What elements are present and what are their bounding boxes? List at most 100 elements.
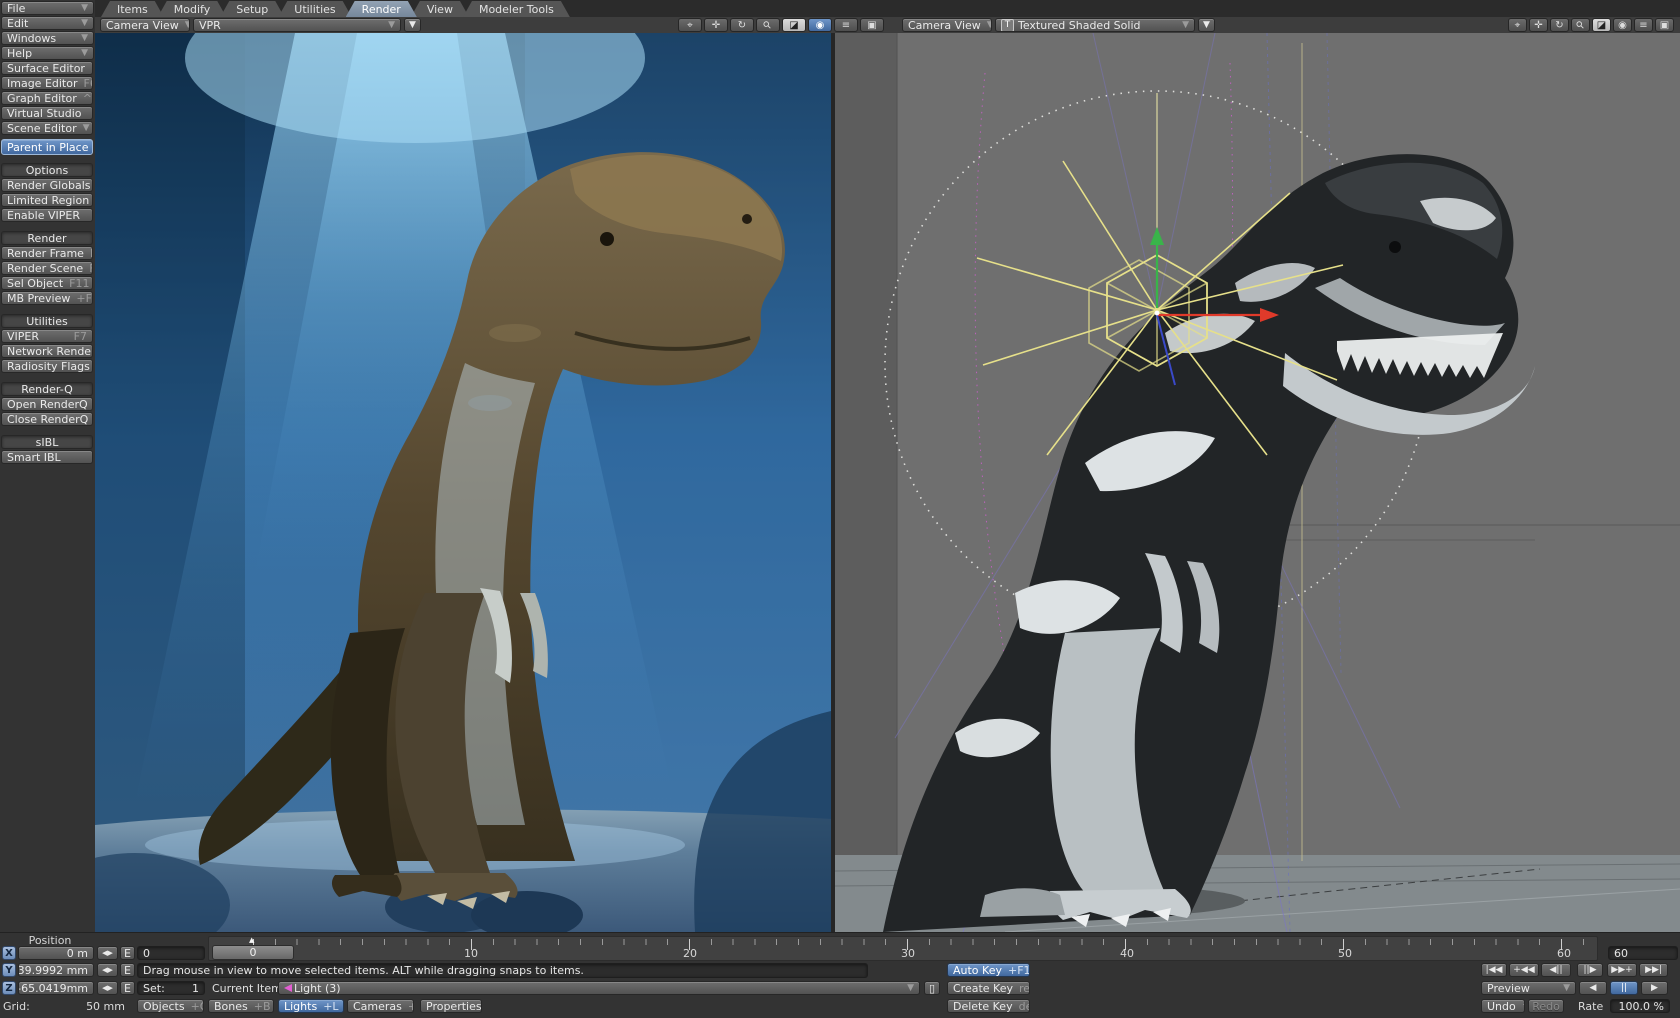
rate-value-field[interactable]: 100.0 % [1610, 999, 1670, 1013]
x-envelope-button[interactable]: E [120, 946, 135, 960]
menu-windows[interactable]: Windows ▼ [1, 31, 94, 45]
move-icon[interactable]: ⌖ [678, 18, 702, 32]
sidebar-item-mb-preview[interactable]: MB Preview+F9 [1, 291, 93, 305]
set-field[interactable]: Set: 1 [137, 981, 205, 995]
panel-icon: ▯ [929, 982, 935, 995]
rotate-icon[interactable]: ↻ [730, 18, 754, 32]
sidebar-item-virtual-studio[interactable]: Virtual Studio [1, 106, 93, 120]
list-icon[interactable]: ≡ [834, 18, 858, 32]
sidebar-item-viper[interactable]: VIPERF7 [1, 329, 93, 343]
sidebar-item-enable-viper[interactable]: Enable VIPER [1, 208, 93, 222]
expand-icon[interactable]: ◪ [1592, 18, 1611, 32]
sidebar-item-limited-region[interactable]: Limited Regionl [1, 193, 93, 207]
sidebar-item-scene-editor[interactable]: Scene Editor▼ [1, 121, 93, 135]
sidebar-item-image-editor[interactable]: Image EditorF6 [1, 76, 93, 90]
last-frame-field[interactable]: 60 [1608, 946, 1678, 960]
tab-utilities[interactable]: Utilities [278, 1, 351, 17]
position-x-value[interactable]: 0 m [18, 946, 94, 960]
sidebar-item-close-renderq[interactable]: Close RenderQ [1, 412, 93, 426]
timeline-major-ticks [253, 939, 1595, 950]
z-spinner[interactable]: ◀▶ [97, 981, 118, 995]
cameras-button[interactable]: Cameras+C [347, 999, 414, 1013]
zoom-icon[interactable]: ⚲ [1571, 18, 1590, 32]
spinner-arrows-icon: ◀▶ [102, 984, 113, 992]
sidebar-item-render-frame[interactable]: Render FrameF9 [1, 246, 93, 260]
y-envelope-button[interactable]: E [120, 963, 135, 977]
rotate-icon[interactable]: ↻ [1550, 18, 1569, 32]
z-envelope-button[interactable]: E [120, 981, 135, 995]
play-button[interactable]: ▶ [1641, 981, 1668, 995]
maximize-icon[interactable]: ▣ [1655, 18, 1674, 32]
viewport-right-shading-dropdown[interactable]: T Textured Shaded Solid ▼ [995, 18, 1195, 32]
chevron-down-icon: ▼ [382, 20, 395, 30]
tab-modeler-tools[interactable]: Modeler Tools [463, 1, 570, 17]
viewport-right-view-dropdown[interactable]: Camera View ▼ [902, 18, 992, 32]
viewport-left-view-dropdown[interactable]: Camera View ▼ [100, 18, 190, 32]
tab-setup[interactable]: Setup [220, 1, 284, 17]
sidebar-item-radiosity-flags[interactable]: Radiosity Flags [1, 359, 93, 373]
current-item-dropdown[interactable]: Light (3) ▼ [278, 981, 920, 995]
sidebar-item-smart-ibl[interactable]: Smart IBL [1, 450, 93, 464]
pause-button[interactable]: || [1610, 981, 1638, 995]
axis-y-button[interactable]: Y [2, 963, 16, 977]
chevron-down-icon: ▼ [179, 20, 190, 30]
step-back-button[interactable]: ◀|| [1541, 963, 1571, 977]
pan-icon[interactable]: ✛ [704, 18, 728, 32]
properties-button[interactable]: Propertiesp [420, 999, 482, 1013]
step-forward-button[interactable]: ||▶ [1577, 963, 1603, 977]
sidebar-item-render-scene[interactable]: Render SceneF10 [1, 261, 93, 275]
sidebar-item-render-globals[interactable]: Render Globals [1, 178, 93, 192]
sidebar-group-render-q: Render-Q [1, 382, 93, 396]
menu-file[interactable]: File ▼ [1, 1, 94, 15]
axis-x-button[interactable]: X [2, 946, 16, 960]
play-reverse-button[interactable]: ◀ [1579, 981, 1607, 995]
axis-z-button[interactable]: Z [2, 981, 16, 995]
maximize-icon[interactable]: ▣ [860, 18, 884, 32]
go-to-start-button[interactable]: |◀◀ [1481, 963, 1507, 977]
viewport-right-scene[interactable] [835, 33, 1680, 932]
delete-key-button[interactable]: Delete Keydel [947, 999, 1030, 1013]
viewport-left-scene[interactable] [95, 33, 831, 932]
tab-items[interactable]: Items [101, 1, 164, 17]
objects-button[interactable]: Objects+O [137, 999, 204, 1013]
undo-button[interactable]: Undo^Z [1481, 999, 1525, 1013]
timeline-ruler[interactable]: 0 10 20 30 40 50 60 0 ▲ [208, 936, 1598, 961]
position-z-value[interactable]: -65.0419mm [18, 981, 94, 995]
expand-icon[interactable]: ◪ [782, 18, 806, 32]
bones-button[interactable]: Bones+B [208, 999, 274, 1013]
tab-render[interactable]: Render [346, 1, 417, 17]
current-frame-field[interactable]: 0 [137, 946, 205, 960]
sidebar-item-sel-object[interactable]: Sel ObjectF11 [1, 276, 93, 290]
move-icon[interactable]: ⌖ [1508, 18, 1527, 32]
viewport-left-extra-dropdown[interactable]: ▼ [404, 18, 421, 32]
sidebar-item-open-renderq[interactable]: Open RenderQ [1, 397, 93, 411]
item-panel-button[interactable]: ▯ [924, 981, 940, 995]
sidebar-item-surface-editor[interactable]: Surface EditorF5 [1, 61, 93, 75]
list-icon[interactable]: ≡ [1634, 18, 1653, 32]
next-key-button[interactable]: ▶▶+ [1607, 963, 1637, 977]
timeline-slider-handle[interactable]: 0 [212, 945, 294, 960]
tab-modify[interactable]: Modify [158, 1, 226, 17]
auto-key-button[interactable]: Auto Key+F1 [947, 963, 1030, 977]
camera-icon[interactable]: ◉ [808, 18, 832, 32]
menu-help[interactable]: Help ▼ [1, 46, 94, 60]
redo-button[interactable]: Redo [1528, 999, 1564, 1013]
sidebar-item-graph-editor[interactable]: Graph Editor^F2 [1, 91, 93, 105]
go-to-end-button[interactable]: ▶▶| [1639, 963, 1668, 977]
camera-icon[interactable]: ◉ [1613, 18, 1632, 32]
y-spinner[interactable]: ◀▶ [97, 963, 118, 977]
preview-dropdown[interactable]: Preview ▼ [1481, 981, 1576, 995]
previous-key-button[interactable]: +◀◀ [1509, 963, 1539, 977]
x-spinner[interactable]: ◀▶ [97, 946, 118, 960]
create-key-button[interactable]: Create Keyret [947, 981, 1030, 995]
lights-button[interactable]: Lights+L [278, 999, 344, 1013]
viewport-right-extra-dropdown[interactable]: ▼ [1198, 18, 1215, 32]
pan-icon[interactable]: ✛ [1529, 18, 1548, 32]
zoom-icon[interactable]: ⚲ [756, 18, 780, 32]
sidebar-item-network-render[interactable]: Network Render [1, 344, 93, 358]
position-y-value[interactable]: 39.9992 mm [18, 963, 94, 977]
viewport-left-shading-dropdown[interactable]: VPR ▼ [193, 18, 401, 32]
tab-view[interactable]: View [411, 1, 469, 17]
sidebar-item-parent-in-place[interactable]: Parent in Place [1, 139, 93, 155]
menu-edit[interactable]: Edit ▼ [1, 16, 94, 30]
